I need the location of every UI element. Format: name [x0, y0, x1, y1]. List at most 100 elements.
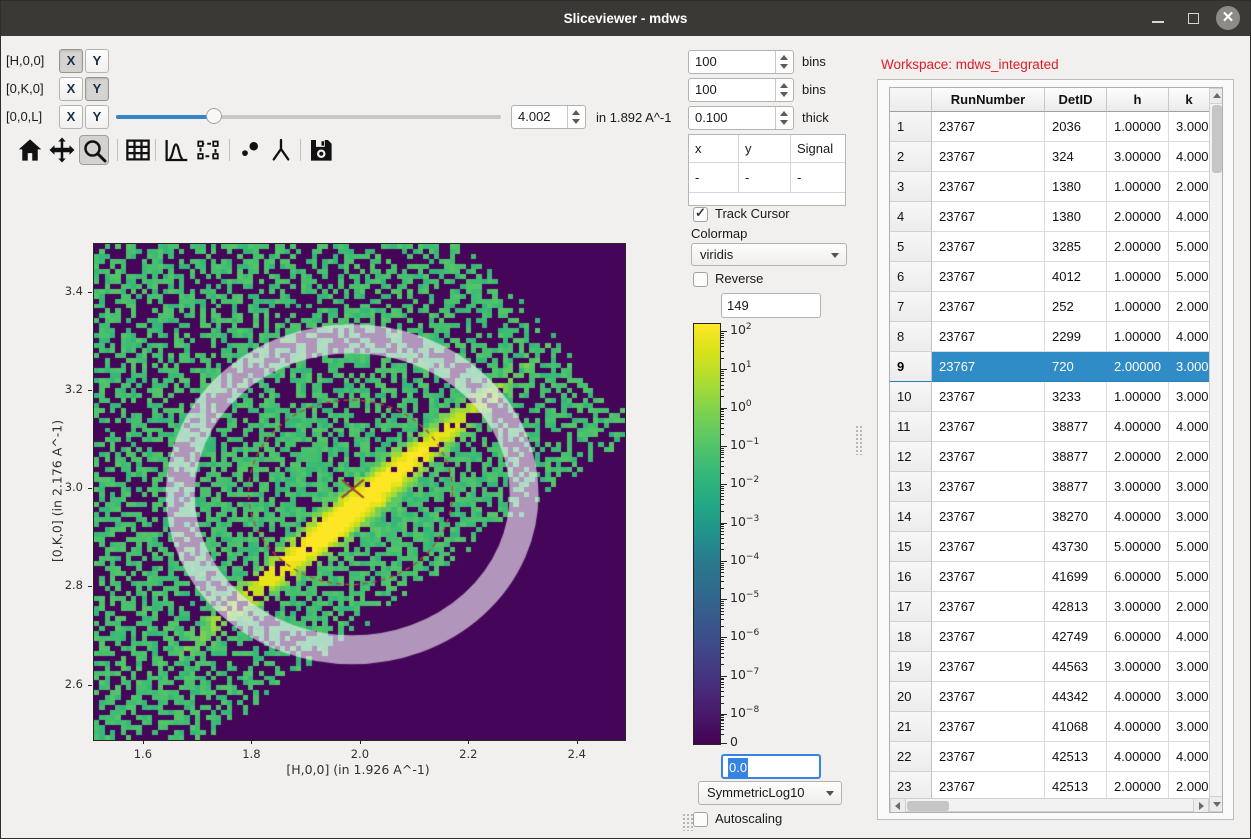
table-cell[interactable]: 3.00000	[1107, 472, 1169, 502]
row-number[interactable]: 22	[890, 742, 932, 772]
slice-value-spinbox[interactable]: 4.002	[511, 105, 586, 129]
column-header-h[interactable]: h	[1107, 88, 1169, 112]
table-cell[interactable]: 23767	[932, 622, 1045, 652]
table-cell[interactable]: 1.00000	[1107, 172, 1169, 202]
table-cell[interactable]: 23767	[932, 232, 1045, 262]
column-header-runnumber[interactable]: RunNumber	[932, 88, 1045, 112]
table-cell[interactable]: 2.000	[1169, 442, 1210, 472]
table-cell[interactable]: 4012	[1045, 262, 1107, 292]
horizontal-scrollbar[interactable]	[890, 798, 1209, 812]
table-cell[interactable]: 42749	[1045, 622, 1107, 652]
table-cell[interactable]: 3.000	[1169, 502, 1210, 532]
table-cell[interactable]: 1.00000	[1107, 112, 1169, 142]
track-cursor-checkbox[interactable]	[693, 207, 708, 222]
spin-down-icon[interactable]	[572, 119, 580, 124]
dim-00l-x-button[interactable]: X	[59, 105, 83, 129]
save-button[interactable]	[306, 135, 336, 165]
table-cell[interactable]: 4.000	[1169, 142, 1210, 172]
scroll-down-button[interactable]	[1210, 796, 1223, 811]
table-cell[interactable]: 3285	[1045, 232, 1107, 262]
table-cell[interactable]: 2.000	[1169, 592, 1210, 622]
table-cell[interactable]: 4.000	[1169, 742, 1210, 772]
heatmap-canvas[interactable]	[94, 244, 625, 740]
table-cell[interactable]: 44563	[1045, 652, 1107, 682]
table-cell[interactable]: 23767	[932, 112, 1045, 142]
table-cell[interactable]: 2.000	[1169, 172, 1210, 202]
thickness-spinbox[interactable]: 0.100	[688, 106, 794, 130]
table-cell[interactable]: 2.00000	[1107, 202, 1169, 232]
table-row[interactable]: 32376713801.000002.000	[890, 172, 1210, 202]
table-row[interactable]: 1623767416996.000005.000	[890, 562, 1210, 592]
table-cell[interactable]: 23767	[932, 442, 1045, 472]
spin-down-icon[interactable]	[780, 92, 788, 97]
table-row[interactable]: 7237672521.000002.000	[890, 292, 1210, 322]
row-number[interactable]: 11	[890, 412, 932, 442]
row-number[interactable]: 20	[890, 682, 932, 712]
table-row[interactable]: 2023767443424.000003.000	[890, 682, 1210, 712]
vertical-scroll-thumb[interactable]	[1212, 105, 1222, 173]
table-row[interactable]: 42376713802.000004.000	[890, 202, 1210, 232]
table-row[interactable]: 62376740121.000005.000	[890, 262, 1210, 292]
table-cell[interactable]: 3.00000	[1107, 142, 1169, 172]
splitter-handle[interactable]	[682, 813, 694, 831]
spin-up-icon[interactable]	[780, 55, 788, 60]
table-cell[interactable]: 44342	[1045, 682, 1107, 712]
horizontal-scroll-thumb[interactable]	[907, 801, 949, 811]
slice-slider[interactable]	[116, 109, 501, 125]
close-button[interactable]: ✕	[1216, 6, 1240, 30]
table-cell[interactable]: 4.000	[1169, 202, 1210, 232]
table-cell[interactable]: 4.000	[1169, 622, 1210, 652]
table-cell[interactable]: 42513	[1045, 742, 1107, 772]
table-cell[interactable]: 23767	[932, 382, 1045, 412]
zoom-button[interactable]	[79, 135, 109, 165]
table-cell[interactable]: 23767	[932, 502, 1045, 532]
peaks-overlay-button[interactable]	[235, 135, 265, 165]
colorbar[interactable]	[693, 323, 721, 745]
nonorthogonal-axes-button[interactable]	[266, 135, 296, 165]
table-cell[interactable]: 23767	[932, 712, 1045, 742]
table-cell[interactable]: 3.000	[1169, 682, 1210, 712]
row-number[interactable]: 6	[890, 262, 932, 292]
table-cell[interactable]: 1.00000	[1107, 292, 1169, 322]
splitter-handle[interactable]	[855, 425, 862, 455]
table-cell[interactable]: 3233	[1045, 382, 1107, 412]
table-cell[interactable]: 4.00000	[1107, 502, 1169, 532]
table-cell[interactable]: 720	[1045, 352, 1107, 382]
scale-type-select[interactable]: SymmetricLog10	[698, 781, 842, 805]
row-number[interactable]: 8	[890, 322, 932, 352]
table-row[interactable]: 1123767388774.000004.000	[890, 412, 1210, 442]
table-cell[interactable]: 23767	[932, 292, 1045, 322]
table-cell[interactable]: 38877	[1045, 412, 1107, 442]
table-row[interactable]: 2123767410684.000003.000	[890, 712, 1210, 742]
spin-up-icon[interactable]	[572, 110, 580, 115]
table-cell[interactable]: 5.000	[1169, 532, 1210, 562]
table-cell[interactable]: 2.00000	[1107, 442, 1169, 472]
slice-plot[interactable]	[93, 243, 626, 741]
row-number[interactable]: 13	[890, 472, 932, 502]
table-cell[interactable]: 324	[1045, 142, 1107, 172]
slider-handle[interactable]	[206, 108, 222, 124]
row-number[interactable]: 5	[890, 232, 932, 262]
table-row[interactable]: 12376720361.000003.000	[890, 112, 1210, 142]
table-cell[interactable]: 3.000	[1169, 712, 1210, 742]
table-row[interactable]: 1523767437305.000005.000	[890, 532, 1210, 562]
table-cell[interactable]: 23767	[932, 592, 1045, 622]
row-number[interactable]: 3	[890, 172, 932, 202]
table-cell[interactable]: 5.000	[1169, 562, 1210, 592]
table-cell[interactable]: 1.00000	[1107, 262, 1169, 292]
row-number[interactable]: 15	[890, 532, 932, 562]
table-cell[interactable]: 2.000	[1169, 292, 1210, 322]
table-row[interactable]: 1223767388772.000002.000	[890, 442, 1210, 472]
row-number[interactable]: 19	[890, 652, 932, 682]
table-row[interactable]: 1423767382704.000003.000	[890, 502, 1210, 532]
colormap-select[interactable]: viridis	[691, 243, 847, 266]
dim-h00-x-button[interactable]: X	[59, 49, 83, 73]
table-cell[interactable]: 38877	[1045, 472, 1107, 502]
row-number[interactable]: 12	[890, 442, 932, 472]
table-cell[interactable]: 4.00000	[1107, 712, 1169, 742]
row-number[interactable]: 18	[890, 622, 932, 652]
spin-down-icon[interactable]	[780, 120, 788, 125]
row-number[interactable]: 14	[890, 502, 932, 532]
spin-up-icon[interactable]	[780, 83, 788, 88]
table-cell[interactable]: 23767	[932, 262, 1045, 292]
